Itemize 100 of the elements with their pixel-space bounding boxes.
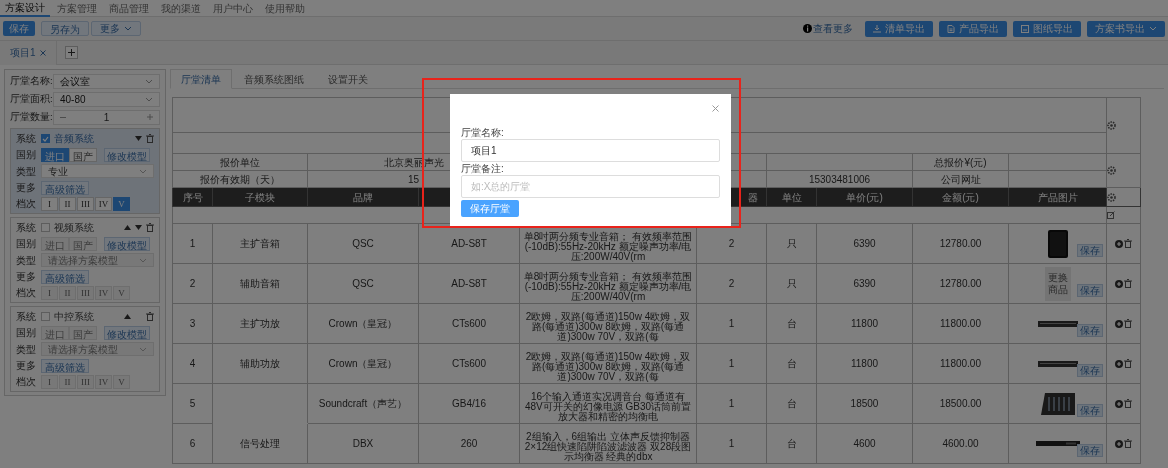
grade-option[interactable]: IV	[95, 374, 112, 389]
save-tag[interactable]: 保存	[1077, 244, 1104, 257]
amplifier-drawing	[1037, 320, 1078, 327]
select-field[interactable]: 会议室	[53, 73, 160, 89]
content-tab[interactable]: 音频系统图纸	[232, 69, 316, 89]
save-hall-button[interactable]: 保存厅堂	[461, 200, 519, 217]
system-checkbox[interactable]	[41, 312, 50, 321]
table-cell: CTs600	[418, 303, 520, 344]
table-cell: AD-S8T	[418, 263, 520, 304]
save-tag[interactable]: 保存	[1077, 364, 1104, 377]
field-label: 厅堂名称:	[10, 73, 50, 88]
grade-option[interactable]: I	[41, 285, 58, 300]
close-button[interactable]	[710, 103, 720, 113]
export-button[interactable]: 产品导出	[939, 20, 1007, 37]
export-button[interactable]: 图纸导出	[1013, 20, 1081, 37]
select-field[interactable]: 40-80	[53, 91, 160, 107]
grade-option[interactable]: III	[77, 374, 94, 389]
trash-icon	[1124, 239, 1133, 248]
field-label: 厅堂名称:	[461, 127, 505, 139]
nav-tab[interactable]: 商品管理	[104, 0, 154, 17]
table-cell: 11800.00	[912, 343, 1009, 384]
chevron-down-icon	[139, 346, 147, 352]
plus-icon	[67, 49, 75, 56]
save-tag[interactable]: 保存	[1077, 444, 1104, 457]
table-cell: 12780.00	[912, 223, 1009, 264]
modify-model-button[interactable]: 修改模型	[104, 147, 150, 162]
column-header: 单位	[766, 187, 817, 207]
grade-option[interactable]: I	[41, 196, 58, 211]
grade-option[interactable]: V	[113, 285, 130, 300]
chevron-down-icon	[139, 257, 147, 263]
nav-tab[interactable]: 用户中心	[208, 0, 258, 17]
nav-tab[interactable]: 方案管理	[52, 0, 102, 17]
field-label: 国别	[16, 237, 37, 251]
input-field[interactable]: 项目1	[461, 139, 720, 162]
table-cell: 2	[696, 263, 767, 304]
field-label: 档次	[16, 197, 37, 211]
grade-option[interactable]: III	[77, 196, 94, 211]
type-select[interactable]: 专业	[41, 164, 154, 178]
origin-option[interactable]: 进口	[41, 147, 69, 162]
gear-icon	[1107, 121, 1117, 130]
table-cell: 6390	[816, 263, 913, 304]
advanced-filter-button[interactable]: 高级筛选	[41, 269, 89, 284]
column-header: 子模块	[212, 187, 308, 207]
save-button[interactable]: 保存	[3, 21, 35, 36]
gear-icon	[1107, 166, 1117, 175]
add-circle-icon	[1115, 239, 1124, 248]
system-checkbox[interactable]	[41, 134, 50, 143]
table-cell: 1	[696, 343, 767, 384]
add-circle-icon	[1115, 439, 1124, 448]
column-header: 金额(元)	[912, 187, 1009, 207]
info-label: 报价单位	[172, 153, 308, 171]
row-number: 3	[172, 303, 213, 344]
picture-icon	[1021, 24, 1029, 33]
add-circle-icon	[1115, 399, 1124, 408]
table-cell: 6390	[816, 223, 913, 264]
project-tab[interactable]: 项目1	[0, 40, 57, 65]
info-label: 公司网址	[912, 170, 1009, 188]
content-tab[interactable]: 厅堂清单	[170, 69, 232, 89]
nav-tab[interactable]: 使用帮助	[260, 0, 310, 17]
system-name: 音频系统	[54, 132, 95, 146]
grade-option[interactable]: I	[41, 374, 58, 389]
save-tag[interactable]: 保存	[1077, 324, 1104, 337]
modify-model-button[interactable]: 修改模型	[104, 325, 150, 340]
table-cell: 1	[696, 383, 767, 424]
number-stepper[interactable]: 1	[53, 109, 160, 125]
grade-option[interactable]: III	[77, 285, 94, 300]
speaker-drawing	[1047, 229, 1068, 258]
table-cell: 台	[766, 343, 817, 384]
more-button[interactable]: 更多	[91, 21, 141, 36]
advanced-filter-button[interactable]: 高级筛选	[41, 358, 89, 373]
system-checkbox[interactable]	[41, 223, 50, 232]
edit-icon	[1107, 211, 1116, 219]
grade-option[interactable]: IV	[95, 196, 112, 211]
field-label: 国别	[16, 148, 37, 162]
save-tag[interactable]: 保存	[1077, 284, 1104, 297]
export-button[interactable]: 清单导出	[865, 20, 933, 37]
table-cell: 信号处理	[212, 423, 308, 464]
table-cell: 台	[766, 423, 817, 464]
trash-icon	[146, 134, 154, 143]
advanced-filter-button[interactable]: 高级筛选	[41, 180, 89, 195]
export-button[interactable]: 方案书导出	[1087, 20, 1165, 37]
column-header: 产品图片	[1008, 187, 1107, 207]
grade-option[interactable]: V	[113, 374, 130, 389]
add-circle-icon	[1115, 359, 1124, 368]
grade-option[interactable]: IV	[95, 285, 112, 300]
table-cell: QSC	[307, 223, 419, 264]
table-cell: 辅助音箱	[212, 263, 308, 304]
row-number: 1	[172, 223, 213, 264]
nav-tab[interactable]: 我的渠道	[156, 0, 206, 17]
field-label: 类型	[16, 164, 37, 179]
add-tab-button[interactable]	[64, 46, 78, 59]
save-tag[interactable]: 保存	[1077, 404, 1104, 417]
save-as-button[interactable]: 另存为	[41, 21, 89, 36]
column-header: 单价(元)	[816, 187, 913, 207]
help-link[interactable]: 查看更多	[813, 21, 853, 36]
origin-option[interactable]: 国产	[69, 147, 97, 162]
grade-option[interactable]: V	[113, 196, 130, 211]
content-tab[interactable]: 设置开关	[316, 69, 380, 89]
modify-model-button[interactable]: 修改模型	[104, 236, 150, 251]
grade-option[interactable]: II	[59, 196, 76, 211]
